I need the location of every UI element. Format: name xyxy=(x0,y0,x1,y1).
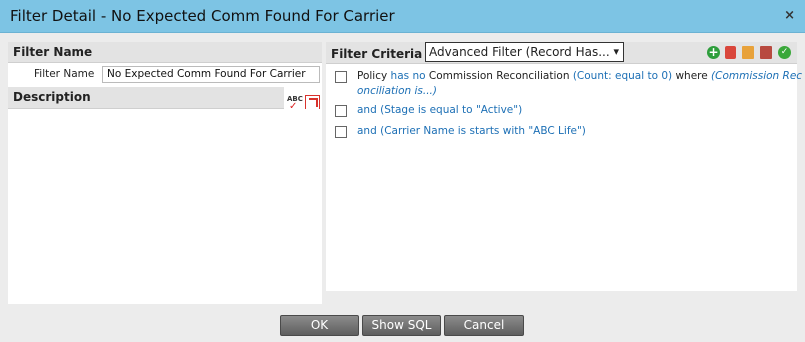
cancel-button[interactable]: Cancel xyxy=(444,315,524,336)
checkmark-icon[interactable]: ✓ xyxy=(778,46,791,59)
criteria-related-object: Commission Reconciliation xyxy=(425,70,573,82)
dialog-title: Filter Detail - No Expected Comm Found F… xyxy=(10,7,395,25)
filter-name-input[interactable]: No Expected Comm Found For Carrier xyxy=(102,66,320,83)
filter-criteria-heading: Filter Criteria xyxy=(331,47,423,61)
filter-name-heading: Filter Name xyxy=(8,42,322,63)
criteria-object: Policy xyxy=(357,70,391,82)
filter-name-label: Filter Name xyxy=(34,68,95,80)
dialog-titlebar: Filter Detail - No Expected Comm Found F… xyxy=(0,0,805,33)
show-sql-button[interactable]: Show SQL xyxy=(362,315,441,336)
chevron-down-icon: ▾ xyxy=(613,45,619,58)
criteria-relation-link[interactable]: has no xyxy=(391,70,426,82)
trash-icon[interactable] xyxy=(725,46,736,59)
add-criteria-icon[interactable]: + xyxy=(707,46,720,59)
criteria-where: where xyxy=(672,70,712,82)
filter-type-value: Advanced Filter (Record Has... xyxy=(429,45,610,59)
ok-button[interactable]: OK xyxy=(280,315,359,336)
criteria-checkbox[interactable] xyxy=(335,105,347,117)
expand-icon[interactable] xyxy=(305,95,320,110)
filter-type-select[interactable]: Advanced Filter (Record Has... ▾ xyxy=(425,42,624,62)
left-panel: Filter Name Filter Name No Expected Comm… xyxy=(8,42,322,304)
criteria-carrier-link[interactable]: and (Carrier Name is starts with "ABC Li… xyxy=(357,124,787,139)
criteria-checkbox[interactable] xyxy=(335,126,347,138)
description-heading: Description xyxy=(8,87,284,109)
filter-criteria-panel: Filter Criteria Advanced Filter (Record … xyxy=(326,42,802,291)
close-icon[interactable]: × xyxy=(784,8,795,23)
copy-icon[interactable] xyxy=(742,46,754,59)
criteria-subfilter-link-cont[interactable]: onciliation is...) xyxy=(357,84,787,99)
filter-name-row: Filter Name No Expected Comm Found For C… xyxy=(8,63,322,86)
description-textarea[interactable] xyxy=(8,109,322,304)
criteria-stage-link[interactable]: and (Stage is equal to "Active") xyxy=(357,103,787,118)
criteria-checkbox[interactable] xyxy=(335,71,347,83)
sql-editor-icon[interactable] xyxy=(760,46,772,59)
criteria-subfilter-link[interactable]: (Commission Rec xyxy=(711,70,802,82)
criteria-text: Policy has no Commission Reconciliation … xyxy=(357,69,802,99)
criteria-count-link[interactable]: (Count: equal to 0) xyxy=(573,70,672,82)
criteria-header: Filter Criteria Advanced Filter (Record … xyxy=(326,42,797,64)
